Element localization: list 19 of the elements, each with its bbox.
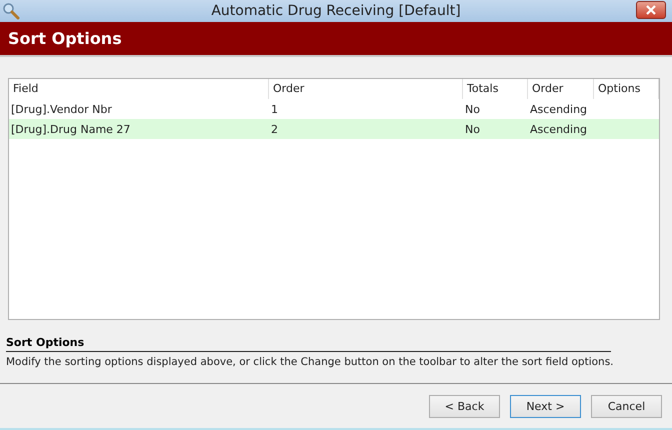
help-text: Modify the sorting options displayed above, or click the Change button on the toolbar to alter the sort field options. <box>6 356 611 368</box>
table-cell-text: Ascending <box>529 102 588 116</box>
table-cell-text: 1 <box>270 102 279 116</box>
wizard-button[interactable]: Next > <box>510 394 581 418</box>
page-title: Sort Options <box>8 29 122 48</box>
table-cell-text: No <box>464 122 481 136</box>
table-cell-text: [Drug].Vendor Nbr <box>10 102 113 116</box>
table-cell-text: [Drug].Drug Name 27 <box>10 122 132 136</box>
search-icon <box>2 2 20 20</box>
table-row[interactable]: [Drug].Drug Name 27 2 No Ascending <box>9 119 659 139</box>
close-icon <box>646 5 656 15</box>
wizard-button[interactable]: < Back <box>429 394 500 418</box>
help-title: Sort Options <box>6 336 611 352</box>
window-title: Automatic Drug Receiving [Default] <box>211 3 461 19</box>
table-cell-text: 2 <box>270 122 279 136</box>
wizard-button[interactable]: Cancel <box>591 394 662 418</box>
table-cell-text: Ascending <box>529 122 588 136</box>
close-button[interactable] <box>636 1 666 19</box>
table-cell-text: No <box>464 102 481 116</box>
